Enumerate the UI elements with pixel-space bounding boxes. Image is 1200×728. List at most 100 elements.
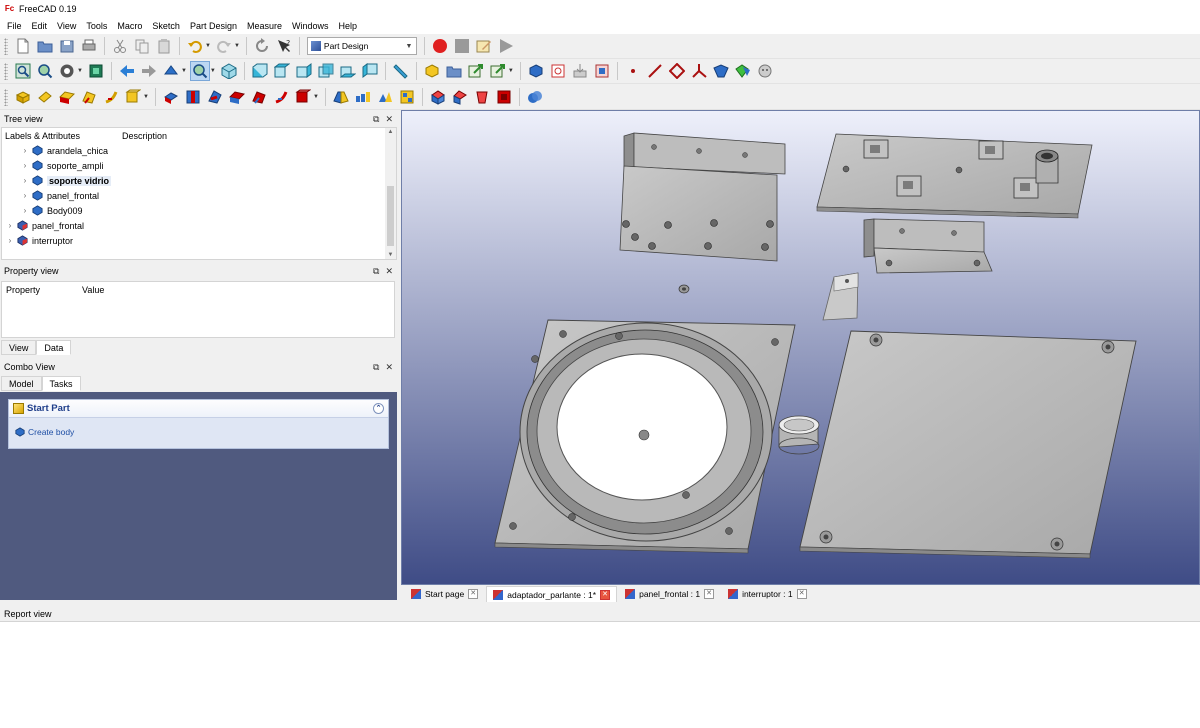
paste-icon[interactable]	[154, 36, 174, 56]
menu-macro[interactable]: Macro	[112, 21, 147, 31]
create-part-icon[interactable]	[422, 61, 442, 81]
new-document-button[interactable]	[13, 36, 33, 56]
create-group-icon[interactable]	[444, 61, 464, 81]
tree-item[interactable]: › soporte_ampli	[2, 158, 396, 173]
edit-macro-button[interactable]	[474, 36, 494, 56]
view-left-icon[interactable]	[360, 61, 380, 81]
chevron-right-icon[interactable]: ›	[5, 221, 15, 230]
subtractive-helix-icon[interactable]	[271, 87, 291, 107]
view-right-icon[interactable]	[294, 61, 314, 81]
boolean-icon[interactable]	[525, 87, 545, 107]
multi-transform-icon[interactable]	[397, 87, 417, 107]
report-view-output[interactable]	[0, 621, 1200, 728]
forward-arrow-icon[interactable]	[139, 61, 159, 81]
tree-item[interactable]: › interruptor	[2, 233, 396, 248]
collapse-icon[interactable]: ⌃	[373, 403, 384, 414]
print-button[interactable]	[79, 36, 99, 56]
datum-plane-icon[interactable]	[667, 61, 687, 81]
column-property[interactable]: Property	[6, 285, 82, 295]
tree-item[interactable]: › panel_frontal	[2, 218, 396, 233]
linear-pattern-icon[interactable]	[353, 87, 373, 107]
refresh-icon[interactable]	[252, 36, 272, 56]
tab-panel-frontal[interactable]: panel_frontal : 1 ✕	[619, 586, 720, 602]
zoom-dropdown-arrow[interactable]: ▼	[210, 68, 216, 74]
revolution-icon[interactable]	[35, 87, 55, 107]
scrollbar-thumb[interactable]	[387, 186, 394, 246]
scroll-up-icon[interactable]: ▲	[385, 129, 396, 135]
additive-primitive-dropdown-arrow[interactable]: ▼	[143, 94, 149, 100]
tree-scrollbar[interactable]: ▲ ▼	[385, 128, 396, 259]
mirrored-icon[interactable]	[331, 87, 351, 107]
additive-primitive-icon[interactable]	[123, 87, 143, 107]
whats-this-icon[interactable]: ?	[274, 36, 294, 56]
sync-view-dropdown-arrow[interactable]: ▼	[181, 68, 187, 74]
tree-item-selected[interactable]: › soporte vidrio	[2, 173, 396, 188]
small-bracket-part[interactable]	[863, 218, 993, 274]
additive-pipe-icon[interactable]	[79, 87, 99, 107]
view-rear-icon[interactable]	[316, 61, 336, 81]
menu-measure[interactable]: Measure	[242, 21, 287, 31]
create-body-action[interactable]: Create body	[9, 418, 388, 446]
subtractive-pipe-icon[interactable]	[249, 87, 269, 107]
redo-dropdown-arrow[interactable]: ▼	[234, 43, 240, 49]
save-button[interactable]	[57, 36, 77, 56]
float-icon[interactable]: ⧉	[373, 114, 379, 125]
bounding-box-icon[interactable]	[86, 61, 106, 81]
chevron-right-icon[interactable]: ›	[20, 146, 30, 155]
additive-loft-icon[interactable]	[57, 87, 77, 107]
tab-interruptor[interactable]: interruptor : 1 ✕	[722, 586, 813, 602]
back-arrow-icon[interactable]	[117, 61, 137, 81]
3d-scene[interactable]	[402, 111, 1199, 584]
create-surface-icon[interactable]	[755, 61, 775, 81]
float-icon[interactable]: ⧉	[373, 362, 379, 373]
thickness-icon[interactable]	[494, 87, 514, 107]
tab-start-page[interactable]: Start page ✕	[405, 586, 484, 602]
menu-part-design[interactable]: Part Design	[185, 21, 242, 31]
hole-icon[interactable]	[183, 87, 203, 107]
chamfer-icon[interactable]	[450, 87, 470, 107]
draft-icon[interactable]	[472, 87, 492, 107]
stop-macro-button[interactable]	[452, 36, 472, 56]
chevron-right-icon[interactable]: ›	[20, 161, 30, 170]
tab-view[interactable]: View	[1, 340, 37, 355]
sync-view-icon[interactable]	[161, 61, 181, 81]
speaker-adapter-plate[interactable]	[494, 319, 796, 554]
chevron-right-icon[interactable]: ›	[20, 191, 30, 200]
additive-helix-icon[interactable]	[101, 87, 121, 107]
tree-item[interactable]: › panel_frontal	[2, 188, 396, 203]
datum-line-icon[interactable]	[645, 61, 665, 81]
scroll-down-icon[interactable]: ▼	[385, 252, 396, 258]
chevron-right-icon[interactable]: ›	[20, 206, 30, 215]
chevron-right-icon[interactable]: ›	[20, 176, 30, 185]
subtractive-loft-icon[interactable]	[227, 87, 247, 107]
menu-windows[interactable]: Windows	[287, 21, 334, 31]
subshape-binder-icon[interactable]	[711, 61, 731, 81]
menu-edit[interactable]: Edit	[27, 21, 53, 31]
link-actions-dropdown-arrow[interactable]: ▼	[508, 68, 514, 74]
tree-item[interactable]: › Body009	[2, 203, 396, 218]
groove-icon[interactable]	[205, 87, 225, 107]
close-tab-icon[interactable]: ✕	[600, 589, 611, 600]
validate-sketch-icon[interactable]	[570, 61, 590, 81]
tab-model[interactable]: Model	[1, 376, 42, 391]
subtractive-primitive-dropdown-arrow[interactable]: ▼	[313, 94, 319, 100]
column-description[interactable]: Description	[122, 131, 167, 141]
float-icon[interactable]: ⧉	[373, 266, 379, 277]
create-sketch-icon[interactable]	[548, 61, 568, 81]
view-front-icon[interactable]	[250, 61, 270, 81]
tab-tasks[interactable]: Tasks	[41, 376, 81, 391]
tab-data[interactable]: Data	[36, 340, 72, 355]
tree-item[interactable]: › arandela_chica	[2, 143, 396, 158]
fit-selection-icon[interactable]	[35, 61, 55, 81]
menu-sketch[interactable]: Sketch	[147, 21, 185, 31]
body-icon[interactable]	[526, 61, 546, 81]
column-value[interactable]: Value	[82, 285, 104, 295]
undo-icon[interactable]	[185, 36, 205, 56]
local-coordinate-system-icon[interactable]	[689, 61, 709, 81]
menu-file[interactable]: File	[2, 21, 27, 31]
pad-icon[interactable]	[13, 87, 33, 107]
close-tab-icon[interactable]: ✕	[796, 589, 807, 599]
copy-icon[interactable]	[132, 36, 152, 56]
run-macro-button[interactable]	[496, 36, 516, 56]
pocket-icon[interactable]	[161, 87, 181, 107]
